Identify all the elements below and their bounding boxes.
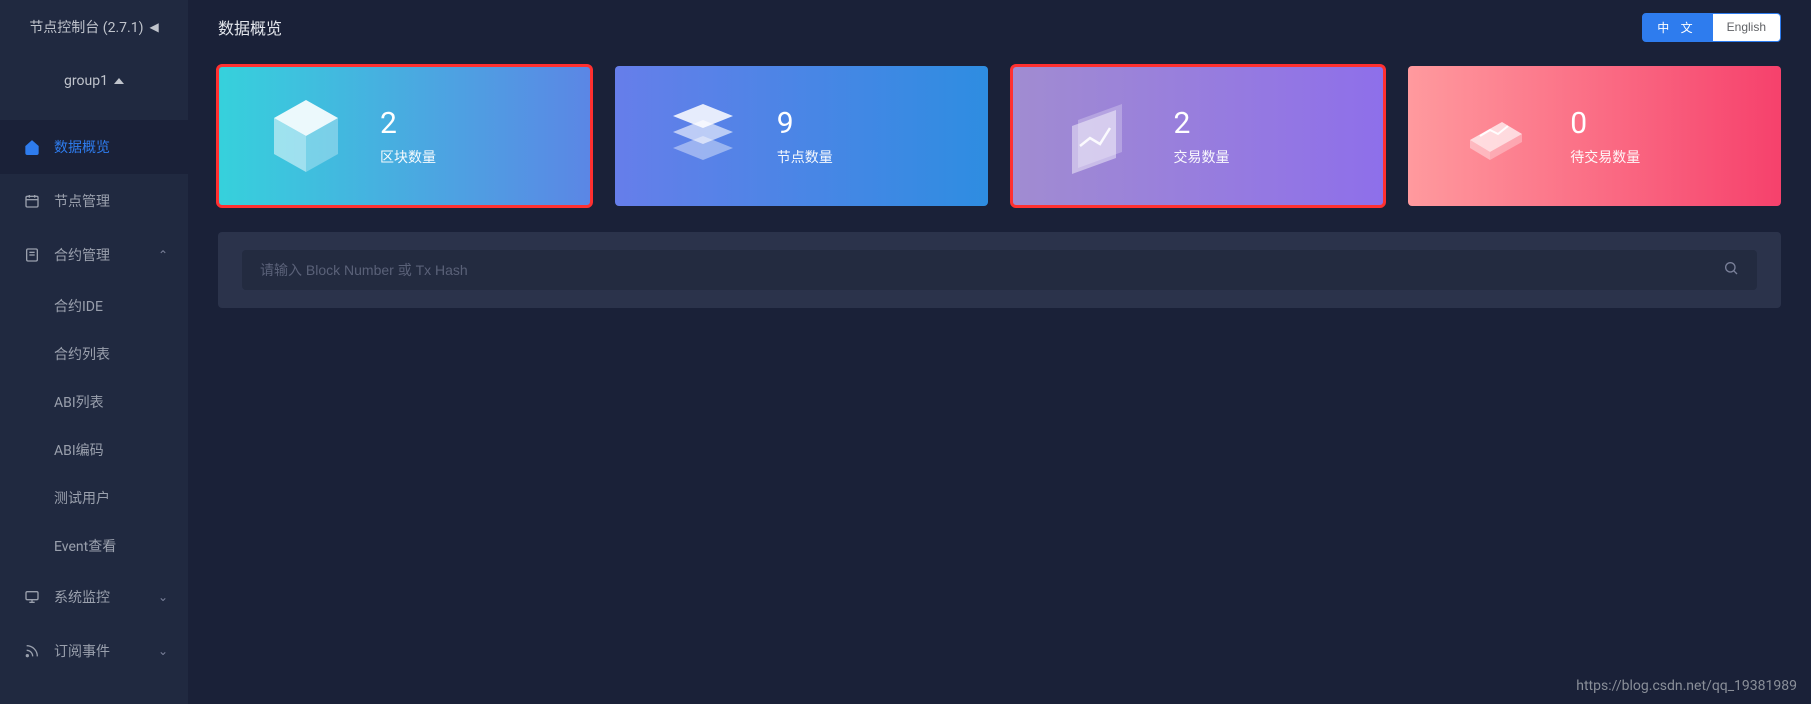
card-pending-transactions[interactable]: 0 待交易数量 [1408,66,1781,206]
nav-label: 合约管理 [54,245,110,265]
sidebar: 节点控制台 (2.7.1) ◀ group1 数据概览 节点管理 [0,0,188,704]
nav-label: 节点管理 [54,191,110,211]
caret-up-icon [114,78,124,84]
nav-label: 订阅事件 [54,641,110,661]
sub-test-user[interactable]: 测试用户 [0,474,188,522]
language-switcher: 中 文 English [1642,13,1781,42]
stat-cards: 2 区块数量 9 节点数量 [218,66,1781,206]
search-input[interactable] [260,262,1723,278]
watermark: https://blog.csdn.net/qq_19381989 [1576,678,1797,694]
chevron-down-icon: ⌄ [158,590,168,604]
nav-node-management[interactable]: 节点管理 [0,174,188,228]
nav-contract-management[interactable]: 合约管理 ⌃ [0,228,188,282]
topbar: 数据概览 中 文 English [188,0,1811,54]
chevron-up-icon: ⌃ [158,248,168,262]
app-title: 节点控制台 (2.7.1) [29,17,143,37]
card-transactions[interactable]: 2 交易数量 [1012,66,1385,206]
card-value: 0 [1570,106,1640,141]
card-label: 节点数量 [777,147,833,167]
chart-icon [1060,94,1140,178]
search-icon[interactable] [1723,260,1739,280]
calendar-icon [24,193,40,209]
cube-icon [266,94,346,178]
card-label: 交易数量 [1174,147,1230,167]
sub-event-view[interactable]: Event查看 [0,522,188,570]
laptop-icon [1456,94,1536,178]
rss-icon [24,643,40,659]
sidebar-header: 节点控制台 (2.7.1) ◀ [0,0,188,54]
nav-label: 数据概览 [54,137,110,157]
sub-abi-encode[interactable]: ABI编码 [0,426,188,474]
search-input-wrap [242,250,1757,290]
card-label: 待交易数量 [1570,147,1640,167]
collapse-sidebar-icon[interactable]: ◀ [149,20,158,34]
chevron-down-icon: ⌄ [158,644,168,658]
card-blocks[interactable]: 2 区块数量 [218,66,591,206]
card-nodes[interactable]: 9 节点数量 [615,66,988,206]
card-value: 2 [380,106,436,141]
search-panel [218,232,1781,308]
monitor-icon [24,589,40,605]
sub-contract-list[interactable]: 合约列表 [0,330,188,378]
stack-icon [663,94,743,178]
nav-data-overview[interactable]: 数据概览 [0,120,188,174]
lang-en-button[interactable]: English [1712,13,1781,42]
nav-subscribe-events[interactable]: 订阅事件 ⌄ [0,624,188,678]
page-title: 数据概览 [218,15,282,39]
nav-label: 系统监控 [54,587,110,607]
card-label: 区块数量 [380,147,436,167]
group-label: group1 [64,73,108,89]
document-icon [24,247,40,263]
group-selector[interactable]: group1 [0,54,188,108]
sub-contract-ide[interactable]: 合约IDE [0,282,188,330]
nav-menu: 数据概览 节点管理 合约管理 ⌃ 合约IDE 合约列表 ABI列表 ABI编码 … [0,120,188,678]
home-icon [24,139,40,155]
main-content: 数据概览 中 文 English 2 区块数量 [188,0,1811,704]
lang-zh-button[interactable]: 中 文 [1642,13,1711,42]
card-value: 2 [1174,106,1230,141]
sub-abi-list[interactable]: ABI列表 [0,378,188,426]
nav-system-monitor[interactable]: 系统监控 ⌄ [0,570,188,624]
card-value: 9 [777,106,833,141]
